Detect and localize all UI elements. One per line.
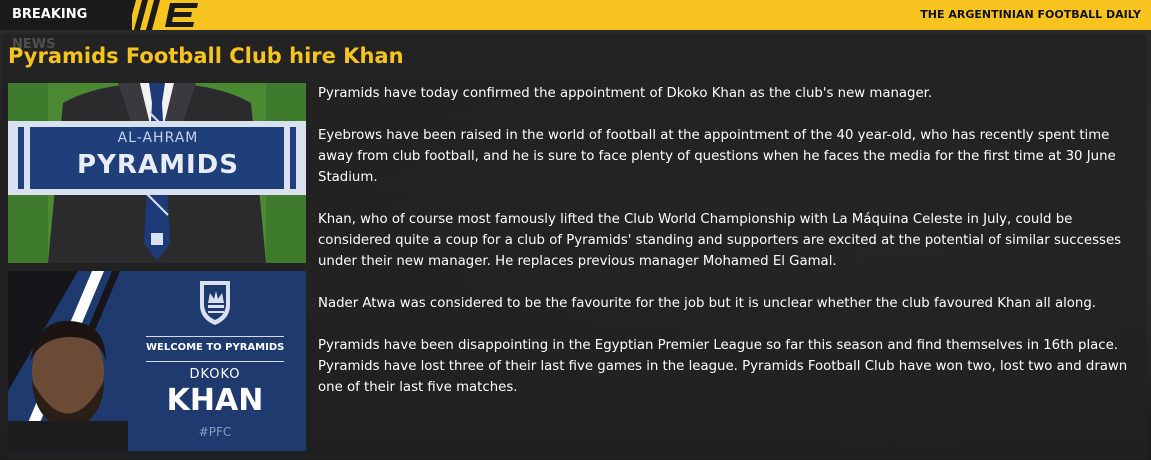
breaking-news-label: BREAKING NEWS	[0, 0, 132, 52]
scarf-text-top: AL-AHRAM	[117, 130, 199, 146]
article-paragraph: Pyramids have today confirmed the appoin…	[318, 86, 933, 101]
article-paragraph: Eyebrows have been raised in the world o…	[318, 128, 1116, 185]
manager-last-name: KHAN	[166, 383, 264, 418]
news-topbar: BREAKING NEWS THE ARGENTINIAN FOOTBALL D…	[0, 0, 1151, 52]
article-paragraph: Khan, who of course most famously lifted…	[318, 212, 1122, 269]
article-body: Pyramids have today confirmed the appoin…	[318, 83, 1138, 419]
publication-name: THE ARGENTINIAN FOOTBALL DAILY	[920, 8, 1141, 21]
welcome-banner: WELCOME TO PYRAMIDS	[146, 336, 284, 362]
manager-first-name: DKOKO	[189, 367, 241, 382]
club-hashtag: #PFC	[198, 425, 232, 439]
scarf-text-main: PYRAMIDS	[77, 150, 239, 180]
article-paragraph: Nader Atwa was considered to be the favo…	[318, 296, 1097, 311]
article-paragraph: Pyramids have been disappointing in the …	[318, 338, 1128, 395]
article-headline: Pyramids Football Club hire Khan	[8, 44, 404, 68]
news-logo-icon	[126, 0, 198, 30]
